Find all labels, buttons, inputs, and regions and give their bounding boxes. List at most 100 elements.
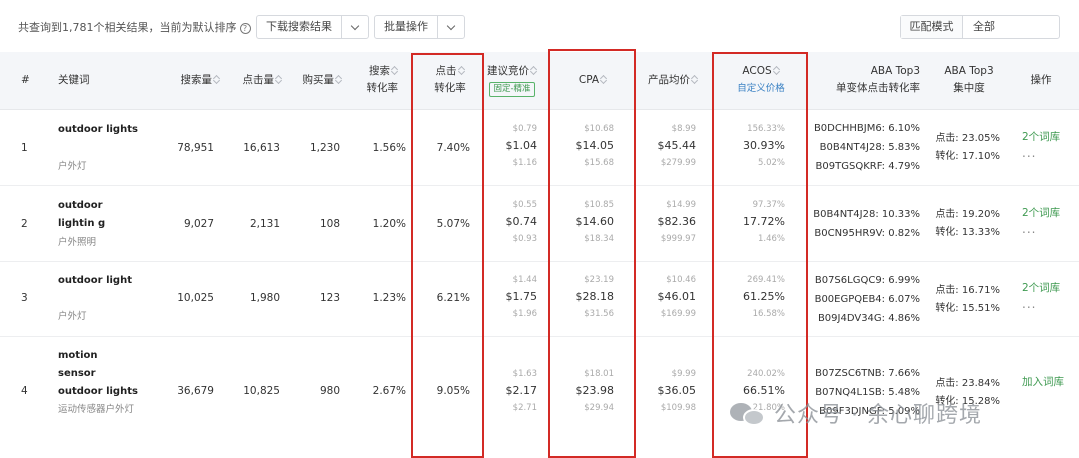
cpa-high: $18.34 (584, 234, 614, 244)
col-aba-top3-label-2: 单变体点击转化率 (836, 82, 920, 94)
asin-item[interactable]: B07S6LGQC9: 6.99% (806, 271, 920, 290)
asin-item[interactable]: B0CN95HR9V: 0.82% (806, 224, 920, 243)
price-low: $8.99 (671, 124, 696, 134)
col-purchases-label: 购买量 (302, 74, 335, 86)
col-click-cvr-label: 点击 (435, 65, 457, 77)
asin-item[interactable]: B0B4NT4J28: 5.83% (806, 138, 920, 157)
download-results-button[interactable]: 下载搜索结果 (257, 16, 342, 38)
custom-price-link[interactable]: 自定义价格 (718, 80, 804, 97)
sort-icon[interactable] (276, 75, 282, 84)
acos-mid: 30.93% (743, 139, 785, 152)
sort-icon[interactable] (336, 75, 342, 84)
col-acos[interactable]: ACOS 自定义价格 (718, 63, 804, 97)
keyword-en[interactable]: outdoor lights (58, 121, 138, 139)
col-click-cvr[interactable]: 点击 转化率 (418, 63, 482, 97)
asin-item[interactable]: B0B4NT4J28: 10.33% (806, 205, 920, 224)
asin-item[interactable]: B07ZSC6TNB: 7.66% (806, 364, 920, 383)
table-row[interactable]: 3 outdoor light 户外灯 10,025 1,980 123 1.2… (0, 262, 1079, 337)
sort-icon[interactable] (692, 75, 698, 84)
cpa-low: $10.68 (584, 124, 614, 134)
col-purchases[interactable]: 购买量 (286, 72, 342, 89)
col-cpa[interactable]: CPA (560, 72, 626, 89)
search-cvr: 1.23% (372, 292, 406, 304)
asin-item[interactable]: B00EGPQEB4: 6.07% (806, 290, 920, 309)
help-icon[interactable]: ? (239, 23, 251, 34)
bid-mid: $0.74 (505, 215, 538, 228)
wordlist-link[interactable]: 2个词库 (1022, 204, 1060, 222)
sort-icon[interactable] (601, 75, 607, 84)
bid-values: $0.79 $1.04 $1.16 (484, 123, 538, 169)
cpa-mid: $14.05 (575, 139, 615, 152)
acos-high: 5.02% (757, 158, 785, 168)
more-icon[interactable]: ... (1022, 297, 1060, 311)
price-values: $9.99 $36.05 $109.98 (636, 368, 697, 414)
acos-values: 97.37% 17.72% 1.46% (720, 199, 785, 245)
sort-icon[interactable] (214, 75, 220, 84)
bid-values: $0.55 $0.74 $0.93 (484, 199, 538, 245)
aba-concentration: 点击: 19.20% 转化: 13.33% (930, 206, 1000, 242)
price-mid: $82.36 (657, 215, 697, 228)
price-high: $279.99 (660, 158, 696, 168)
table-row[interactable]: 1 outdoor lights 户外灯 78,951 16,613 1,230… (0, 110, 1079, 186)
batch-action-dropdown[interactable]: 批量操作 (374, 15, 465, 39)
sort-icon[interactable] (392, 66, 398, 75)
chevron-down-icon[interactable] (438, 16, 464, 38)
search-volume: 36,679 (177, 385, 214, 397)
bid-match-tag[interactable]: 固定-精准 (489, 82, 535, 97)
search-cvr: 1.56% (372, 142, 406, 154)
asin-item[interactable]: B0DCHHBJM6: 6.10% (806, 119, 920, 138)
bid-low: $1.44 (512, 275, 537, 285)
col-search-volume[interactable]: 搜索量 (160, 72, 220, 89)
more-icon[interactable]: ... (1022, 222, 1060, 236)
col-clicks[interactable]: 点击量 (222, 72, 282, 89)
match-mode-value[interactable]: 全部 (963, 16, 995, 38)
wechat-logo-icon (730, 399, 768, 427)
keyword-en[interactable]: motion sensor outdoor lights (58, 347, 138, 401)
table-row[interactable]: 2 outdoor lightin g 户外照明 9,027 2,131 108… (0, 186, 1079, 262)
results-summary: 共查询到1,781个相关结果，当前为默认排序? (18, 19, 251, 35)
chevron-down-icon[interactable] (342, 16, 368, 38)
cpa-mid: $23.98 (575, 384, 615, 397)
sort-icon[interactable] (459, 66, 465, 75)
bid-low: $0.79 (512, 124, 537, 134)
acos-low: 269.41% (747, 275, 785, 285)
sort-icon[interactable] (774, 66, 780, 75)
add-wordlist-link[interactable]: 加入词库 (1022, 373, 1064, 391)
col-avg-price[interactable]: 产品均价 (640, 72, 706, 89)
wordlist-link[interactable]: 2个词库 (1022, 128, 1060, 146)
col-clicks-label: 点击量 (242, 74, 275, 86)
row-index: 2 (21, 218, 28, 230)
keyword-en[interactable]: outdoor light (58, 272, 138, 290)
keyword-cn: 户外灯 (58, 311, 87, 322)
asin-item[interactable]: B09TGSQKRF: 4.79% (806, 157, 920, 176)
sort-icon[interactable] (531, 66, 537, 75)
bid-low: $0.55 (512, 200, 537, 210)
bid-values: $1.44 $1.75 $1.96 (484, 274, 538, 320)
keyword-en[interactable]: outdoor lightin g (58, 197, 132, 233)
price-low: $9.99 (671, 369, 696, 379)
col-search-cvr[interactable]: 搜索 转化率 (352, 63, 399, 97)
match-mode-select[interactable]: 匹配模式 全部 (900, 15, 1060, 39)
wordlist-link[interactable]: 2个词库 (1022, 279, 1060, 297)
col-bid[interactable]: 建议竞价 固定-精准 (482, 63, 542, 97)
cpa-mid: $28.18 (575, 290, 615, 303)
col-aba-top3-label: ABA Top3 (870, 65, 920, 77)
batch-action-button[interactable]: 批量操作 (375, 16, 438, 38)
more-icon[interactable]: ... (1022, 146, 1060, 160)
download-results-dropdown[interactable]: 下载搜索结果 (256, 15, 369, 39)
bid-high: $2.71 (512, 403, 537, 413)
action-cell: 2个词库 ... (1022, 204, 1060, 236)
acos-high: 16.58% (752, 309, 785, 319)
search-volume: 9,027 (183, 218, 214, 230)
bid-mid: $2.17 (505, 384, 538, 397)
bid-values: $1.63 $2.17 $2.71 (484, 368, 538, 414)
cpa-values: $10.68 $14.05 $15.68 (556, 123, 615, 169)
asin-item[interactable]: B09J4DV34G: 4.86% (806, 309, 920, 328)
acos-values: 156.33% 30.93% 5.02% (720, 123, 785, 169)
acos-low: 240.02% (747, 369, 785, 379)
row-index: 4 (21, 385, 28, 397)
results-toolbar: 共查询到1,781个相关结果，当前为默认排序? 下载搜索结果 批量操作 匹配模式… (0, 0, 1079, 52)
bid-high: $1.16 (512, 158, 537, 168)
click-cvr: 7.40% (436, 142, 470, 154)
price-high: $999.97 (660, 234, 696, 244)
